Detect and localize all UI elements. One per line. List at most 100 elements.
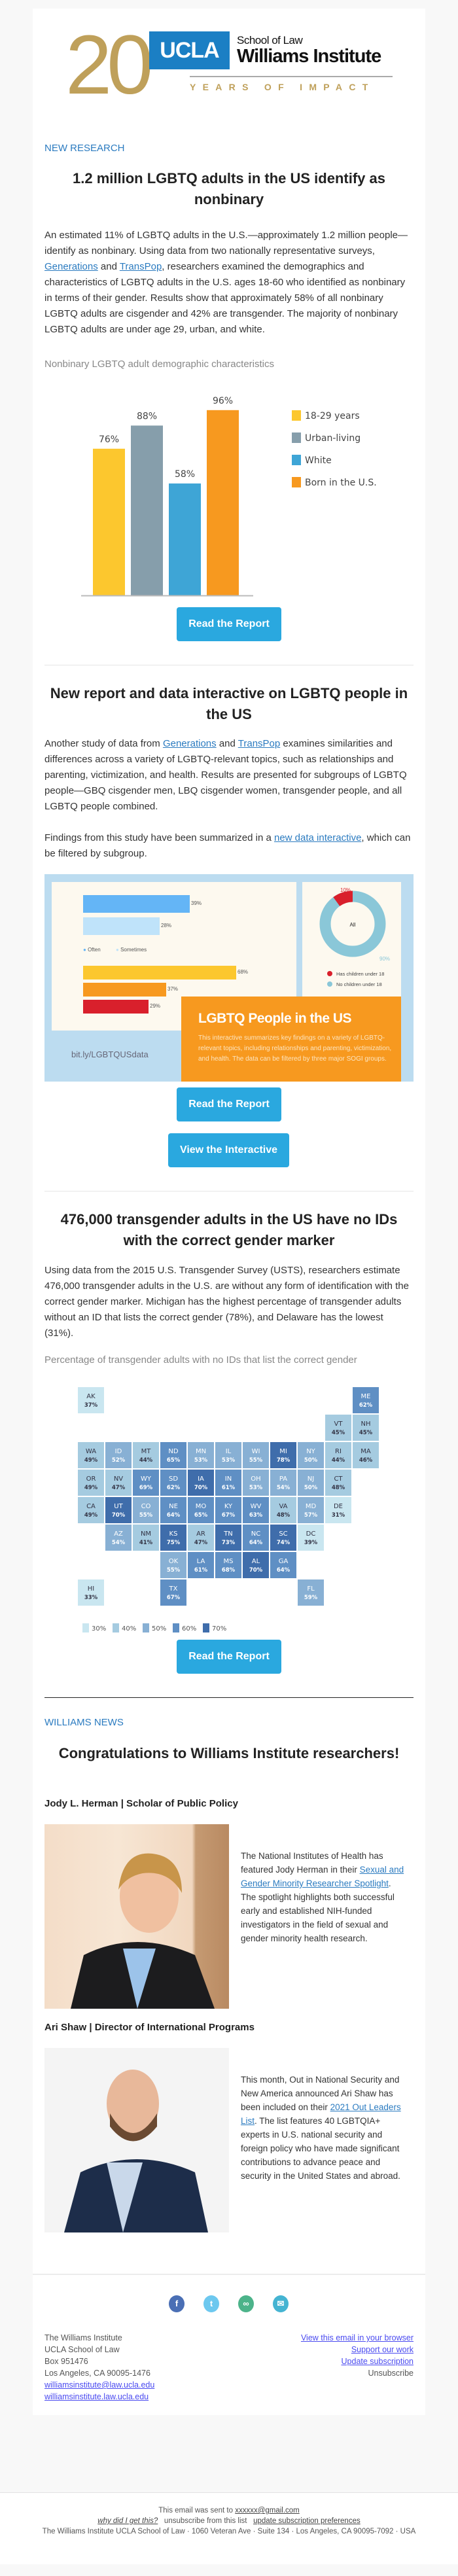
state-al — [243, 1552, 269, 1578]
article-title: 1.2 million LGBTQ adults in the US ident… — [73, 170, 385, 207]
read-report-button[interactable]: Read the Report — [177, 607, 281, 641]
portrait-illustration — [64, 2070, 208, 2232]
bar-29 — [83, 1000, 149, 1014]
bar-4 — [207, 410, 239, 595]
state-wv — [243, 1497, 269, 1523]
portrait-illustration — [71, 1853, 215, 2009]
transpop-link[interactable]: TransPop — [120, 261, 162, 272]
sent-to-line: This email was sent to xxxxxx@gmail.com — [158, 2507, 300, 2514]
view-interactive-button[interactable]: View the Interactive — [168, 1133, 289, 1167]
state-value: 65% — [194, 1512, 208, 1519]
bar-37 — [83, 983, 166, 997]
view-in-browser-link[interactable]: View this email in your browser — [301, 2333, 414, 2342]
state-ca — [78, 1497, 104, 1523]
state-in — [215, 1470, 241, 1496]
state-value: 46% — [359, 1457, 373, 1464]
bar-value-label: 88% — [137, 411, 157, 421]
recipient-email-link[interactable]: xxxxxx@gmail.com — [235, 2507, 300, 2514]
logo-ucla: UCLA — [149, 31, 230, 69]
state-sc — [270, 1525, 296, 1551]
update-preferences-link[interactable]: update subscription preferences — [253, 2517, 361, 2525]
article-body: Findings from this study have been summa… — [44, 830, 414, 862]
read-report-button[interactable]: Read the Report — [177, 1087, 281, 1121]
state-dc — [298, 1525, 324, 1551]
legend-swatch — [203, 1623, 209, 1632]
state-label: MA — [361, 1448, 371, 1455]
legend-label: Urban-living — [305, 433, 361, 444]
state-label: AK — [86, 1393, 96, 1400]
legend-label: 60% — [182, 1625, 196, 1632]
state-label: DC — [306, 1530, 316, 1538]
state-label: MT — [141, 1448, 152, 1455]
email-icon[interactable]: ✉ — [273, 2295, 289, 2312]
state-md — [298, 1497, 324, 1523]
donut-slice-has-children — [333, 891, 353, 907]
email-bottom-bar: This email was sent to xxxxxx@gmail.com … — [0, 2492, 458, 2564]
support-link[interactable]: Support our work — [351, 2345, 414, 2354]
state-label: MN — [196, 1448, 206, 1455]
unsubscribe-link[interactable]: Unsubscribe — [301, 2367, 414, 2379]
state-label: KY — [224, 1503, 233, 1510]
state-or — [78, 1470, 104, 1496]
legend-label: 50% — [152, 1625, 166, 1632]
state-ut — [105, 1497, 132, 1523]
state-mn — [188, 1442, 214, 1468]
state-value: 48% — [277, 1512, 291, 1519]
interactive-url: bit.ly/LGBTQUSdata — [71, 1050, 149, 1059]
generations-link[interactable]: Generations — [44, 261, 98, 272]
state-value: 39% — [304, 1540, 318, 1546]
link-icon[interactable]: ∞ — [238, 2295, 254, 2312]
state-value: 37% — [84, 1402, 98, 1409]
state-ia — [188, 1470, 214, 1496]
state-value: 41% — [139, 1540, 153, 1546]
article-title: 476,000 transgender adults in the US hav… — [60, 1211, 398, 1248]
state-label: MS — [224, 1558, 234, 1565]
state-nh — [353, 1415, 379, 1441]
bar-value-label: 96% — [213, 396, 233, 406]
read-report-button[interactable]: Read the Report — [177, 1640, 281, 1674]
state-value: 61% — [194, 1567, 208, 1574]
website-link[interactable]: williamsinstitute.law.ucla.edu — [44, 2392, 149, 2401]
twitter-icon[interactable]: t — [203, 2295, 219, 2312]
map-caption: Percentage of transgender adults with no… — [44, 1354, 357, 1366]
state-sd — [160, 1470, 186, 1496]
facebook-icon[interactable]: f — [169, 2295, 185, 2312]
state-value: 67% — [167, 1595, 181, 1601]
email-link[interactable]: williamsinstitute@law.ucla.edu — [44, 2380, 154, 2390]
update-subscription-link[interactable]: Update subscription — [342, 2357, 414, 2366]
body-text: and — [216, 738, 238, 749]
jody-herman-photo — [44, 1824, 229, 2009]
person-description: This month, Out in National Security and… — [241, 2073, 404, 2183]
state-value: 48% — [332, 1485, 345, 1491]
state-value: 31% — [332, 1512, 345, 1519]
transpop-link[interactable]: TransPop — [238, 738, 280, 749]
state-value: 74% — [277, 1540, 291, 1546]
body-text: Another study of data from — [44, 738, 163, 749]
unsubscribe-list-link[interactable]: unsubscribe from this list — [164, 2517, 247, 2525]
data-interactive-image[interactable]: 39% 28% ● Often ● Sometimes 68% 37% 29% … — [44, 874, 414, 1082]
state-value: 47% — [112, 1485, 126, 1491]
state-pa — [270, 1470, 296, 1496]
why-link[interactable]: why did I get this? — [97, 2517, 158, 2525]
article-title: New report and data interactive on LGBTQ… — [50, 685, 408, 722]
state-label: CA — [86, 1503, 96, 1510]
interactive-description: This interactive summarizes key findings… — [198, 1034, 392, 1063]
state-ga — [270, 1552, 296, 1578]
state-value: 65% — [167, 1457, 181, 1464]
state-label: PA — [279, 1475, 287, 1483]
state-mi — [270, 1442, 296, 1468]
person-description: The National Institutes of Health has fe… — [241, 1849, 404, 1945]
news-title: Congratulations to Williams Institute re… — [58, 1745, 400, 1761]
legend-swatch — [292, 477, 301, 487]
interactive-title-box: LGBTQ People in the US This interactive … — [181, 997, 401, 1082]
data-interactive-link[interactable]: new data interactive — [274, 832, 361, 843]
state-mt — [133, 1442, 159, 1468]
bar-3 — [169, 483, 201, 595]
state-vt — [325, 1415, 351, 1441]
footer-address: The Williams Institute UCLA School of La… — [44, 2332, 154, 2403]
state-label: ID — [115, 1448, 122, 1455]
generations-link[interactable]: Generations — [163, 738, 217, 749]
state-label: IN — [225, 1475, 232, 1483]
state-oh — [243, 1470, 269, 1496]
footer-divider — [33, 2274, 425, 2275]
